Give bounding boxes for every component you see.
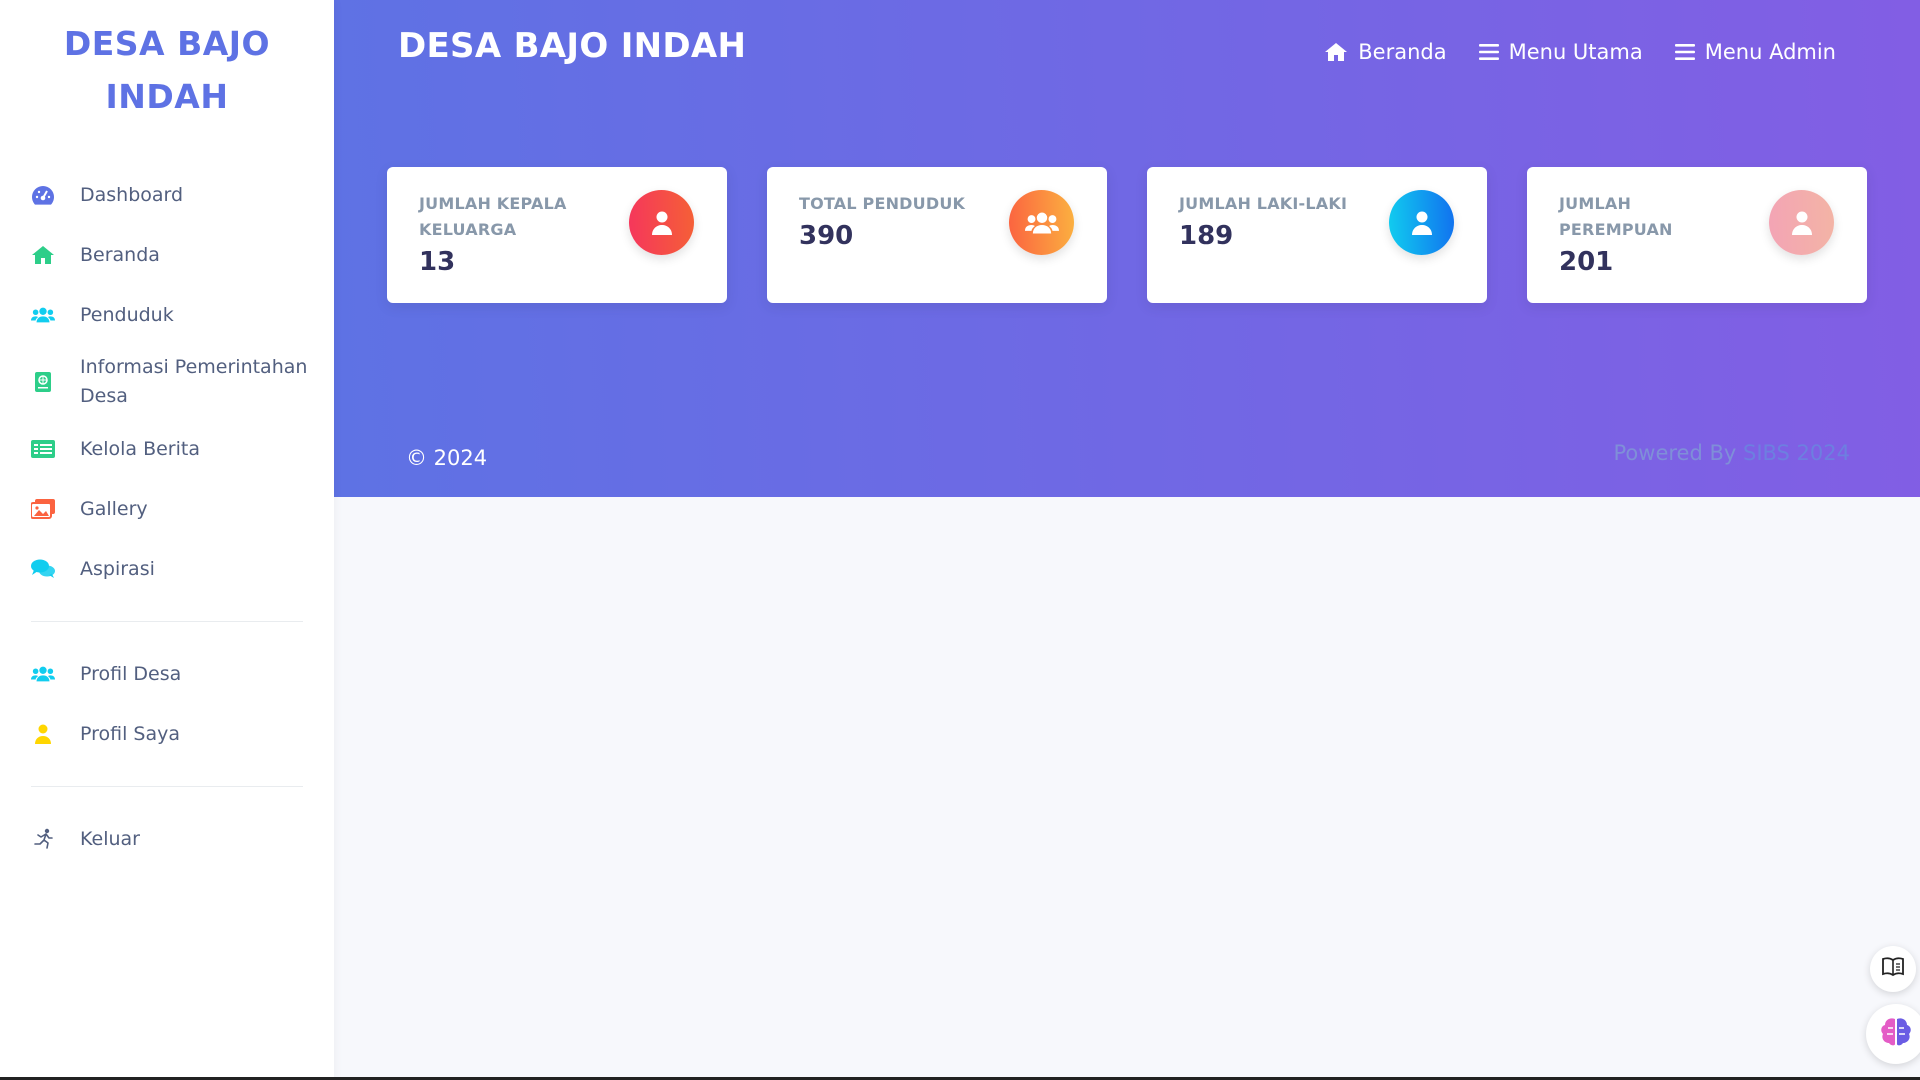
brain-icon (1879, 1016, 1913, 1052)
sidebar-item-profil-saya[interactable]: Profil Saya (0, 704, 334, 764)
hamburger-icon (1674, 43, 1695, 61)
sidebar-item-label: Gallery (80, 497, 148, 520)
home-icon (31, 243, 55, 267)
stat-card-title: JUMLAH KEPALA KELUARGA (419, 194, 567, 239)
sidebar-item-label: Kelola Berita (80, 437, 200, 460)
sidebar-item-label: Profil Desa (80, 662, 182, 685)
sidebar-item-penduduk[interactable]: Penduduk (0, 285, 334, 345)
user-icon (1389, 190, 1454, 255)
sidebar-item-kelola-berita[interactable]: Kelola Berita (0, 419, 334, 479)
sidebar-divider (31, 786, 303, 787)
brand-line-1: DESA BAJO (63, 24, 271, 63)
user-icon (1769, 190, 1834, 255)
sidebar-item-label: Dashboard (80, 183, 184, 206)
topnav-label: Menu Utama (1508, 40, 1643, 64)
sidebar-item-profil-desa[interactable]: Profil Desa (0, 644, 334, 704)
stat-card-total-penduduk: TOTAL PENDUDUK 390 (767, 167, 1107, 303)
comments-icon (31, 557, 55, 581)
users-icon (31, 303, 55, 327)
sidebar-item-dashboard[interactable]: Dashboard (0, 165, 334, 225)
running-exit-icon (31, 827, 55, 851)
sidebar-item-aspirasi[interactable]: Aspirasi (0, 539, 334, 599)
powered-by: Powered By SIBS 2024 (1614, 441, 1851, 465)
stat-card-perempuan: JUMLAH PEREMPUAN 201 (1527, 167, 1867, 303)
stat-card-kepala-keluarga: JUMLAH KEPALA KELUARGA 13 (387, 167, 727, 303)
sidebar-item-label: Beranda (80, 243, 160, 266)
sidebar-nav-profile: Profil Desa Profil Saya (0, 644, 334, 764)
copyright-text: © 2024 (406, 446, 488, 470)
page-title: DESA BAJO INDAH (398, 26, 747, 66)
sidebar-item-label: Aspirasi (80, 557, 155, 580)
topnav-label: Menu Admin (1704, 40, 1836, 64)
sidebar-divider (31, 621, 303, 622)
stat-card-value: 189 (1179, 221, 1234, 251)
top-navigation: Beranda Menu Utama Menu Admin (1324, 40, 1836, 64)
sidebar-item-label: Penduduk (80, 303, 174, 326)
stat-card-laki-laki: JUMLAH LAKI-LAKI 189 (1147, 167, 1487, 303)
hamburger-icon (1478, 43, 1499, 61)
user-icon (629, 190, 694, 255)
news-list-icon (31, 437, 55, 461)
sidebar-item-keluar[interactable]: Keluar (0, 809, 334, 869)
stat-card-value: 201 (1559, 247, 1614, 277)
stats-cards: JUMLAH KEPALA KELUARGA 13 TOTAL PENDUDUK… (387, 167, 1867, 303)
topnav-menu-utama[interactable]: Menu Utama (1478, 40, 1643, 64)
sidebar-item-label: Keluar (80, 827, 140, 850)
user-icon (31, 722, 55, 746)
assistant-button[interactable] (1866, 1004, 1920, 1064)
sidebar-item-informasi-pemerintahan[interactable]: Informasi Pemerintahan Desa (0, 345, 334, 419)
sidebar-nav: Dashboard Beranda Penduduk Informasi Pem… (0, 165, 334, 599)
header-panel: DESA BAJO INDAH Beranda Menu Utama Menu … (334, 0, 1920, 497)
users-icon (1009, 190, 1074, 255)
brand-line-2: INDAH (105, 77, 229, 116)
sidebar: DESA BAJO INDAH Dashboard Beranda Pendud… (0, 0, 334, 1080)
topnav-beranda[interactable]: Beranda (1324, 40, 1447, 64)
dashboard-gauge-icon (31, 183, 55, 207)
stat-card-title: JUMLAH PEREMPUAN (1559, 194, 1673, 239)
home-icon (1324, 42, 1348, 62)
powered-by-link[interactable]: SIBS 2024 (1743, 441, 1850, 465)
topnav-label: Beranda (1358, 40, 1447, 64)
sidebar-item-label: Informasi Pemerintahan Desa (80, 356, 308, 407)
sidebar-nav-logout: Keluar (0, 809, 334, 869)
sidebar-item-gallery[interactable]: Gallery (0, 479, 334, 539)
sidebar-item-beranda[interactable]: Beranda (0, 225, 334, 285)
stat-card-title: JUMLAH LAKI-LAKI (1179, 194, 1348, 213)
sidebar-item-label: Profil Saya (80, 722, 181, 745)
powered-by-label: Powered By (1613, 441, 1737, 465)
brand-title[interactable]: DESA BAJO INDAH (0, 0, 334, 123)
info-book-icon (31, 370, 55, 394)
stat-card-value: 13 (419, 247, 456, 277)
stat-card-title: TOTAL PENDUDUK (799, 194, 966, 213)
book-reader-icon (1881, 957, 1905, 981)
reader-mode-button[interactable] (1870, 946, 1916, 992)
topnav-menu-admin[interactable]: Menu Admin (1674, 40, 1836, 64)
users-icon (31, 662, 55, 686)
stat-card-value: 390 (799, 221, 854, 251)
images-icon (31, 497, 55, 521)
